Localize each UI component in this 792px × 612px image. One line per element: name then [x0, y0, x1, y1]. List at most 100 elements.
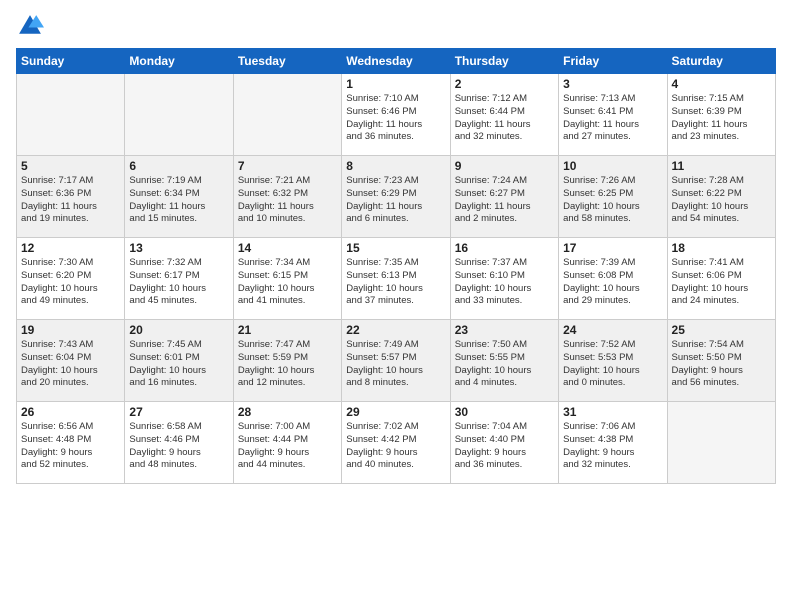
day-info: Sunrise: 7:54 AM Sunset: 5:50 PM Dayligh…: [672, 339, 771, 390]
calendar-cell: 31Sunrise: 7:06 AM Sunset: 4:38 PM Dayli…: [559, 402, 667, 484]
calendar-cell: 1 Sunrise: 7:10 AM Sunset: 6:46 PM Daylig…: [342, 74, 450, 156]
logo: [16, 12, 48, 40]
day-info: Sunrise: 7:41 AM Sunset: 6:06 PM Dayligh…: [672, 257, 771, 308]
calendar-cell: 10 Sunrise: 7:26 AM Sunset: 6:25 PM Dayli…: [559, 156, 667, 238]
calendar-week-row: 12 Sunrise: 7:30 AM Sunset: 6:20 PM Dayli…: [17, 238, 776, 320]
weekday-header-sunday: Sunday: [17, 49, 125, 74]
day-info: Sunrise: 7:00 AM Sunset: 4:44 PM Dayligh…: [238, 421, 337, 472]
day-info: Sunrise: 7:45 AM Sunset: 6:01 PM Dayligh…: [129, 339, 228, 390]
calendar-cell: 30 Sunrise: 7:04 AM Sunset: 4:40 PM Dayli…: [450, 402, 558, 484]
day-number: 12: [21, 241, 120, 255]
calendar-week-row: 26Sunrise: 6:56 AM Sunset: 4:48 PM Dayli…: [17, 402, 776, 484]
day-info: Sunrise: 7:12 AM Sunset: 6:44 PM Dayligh…: [455, 93, 554, 144]
calendar-cell: 16 Sunrise: 7:37 AM Sunset: 6:10 PM Dayli…: [450, 238, 558, 320]
day-info: Sunrise: 7:34 AM Sunset: 6:15 PM Dayligh…: [238, 257, 337, 308]
calendar-cell: 23 Sunrise: 7:50 AM Sunset: 5:55 PM Dayli…: [450, 320, 558, 402]
logo-icon: [16, 12, 44, 40]
day-number: 18: [672, 241, 771, 255]
day-number: 6: [129, 159, 228, 173]
calendar-cell: 24 Sunrise: 7:52 AM Sunset: 5:53 PM Dayli…: [559, 320, 667, 402]
day-info: Sunrise: 7:30 AM Sunset: 6:20 PM Dayligh…: [21, 257, 120, 308]
weekday-header-wednesday: Wednesday: [342, 49, 450, 74]
weekday-header-monday: Monday: [125, 49, 233, 74]
day-info: Sunrise: 7:23 AM Sunset: 6:29 PM Dayligh…: [346, 175, 445, 226]
calendar-cell: 14 Sunrise: 7:34 AM Sunset: 6:15 PM Dayli…: [233, 238, 341, 320]
day-info: Sunrise: 7:24 AM Sunset: 6:27 PM Dayligh…: [455, 175, 554, 226]
day-info: Sunrise: 7:37 AM Sunset: 6:10 PM Dayligh…: [455, 257, 554, 308]
day-info: Sunrise: 7:43 AM Sunset: 6:04 PM Dayligh…: [21, 339, 120, 390]
calendar-cell: 29 Sunrise: 7:02 AM Sunset: 4:42 PM Dayli…: [342, 402, 450, 484]
calendar-cell: 17 Sunrise: 7:39 AM Sunset: 6:08 PM Dayli…: [559, 238, 667, 320]
calendar-week-row: 1 Sunrise: 7:10 AM Sunset: 6:46 PM Daylig…: [17, 74, 776, 156]
day-number: 24: [563, 323, 662, 337]
weekday-header-friday: Friday: [559, 49, 667, 74]
day-number: 22: [346, 323, 445, 337]
day-number: 21: [238, 323, 337, 337]
day-number: 27: [129, 405, 228, 419]
day-number: 1: [346, 77, 445, 91]
calendar-cell: 22Sunrise: 7:49 AM Sunset: 5:57 PM Dayli…: [342, 320, 450, 402]
calendar-cell: 4 Sunrise: 7:15 AM Sunset: 6:39 PM Daylig…: [667, 74, 775, 156]
day-number: 8: [346, 159, 445, 173]
day-info: Sunrise: 7:52 AM Sunset: 5:53 PM Dayligh…: [563, 339, 662, 390]
header: [16, 12, 776, 40]
day-number: 28: [238, 405, 337, 419]
calendar-cell: 28 Sunrise: 7:00 AM Sunset: 4:44 PM Dayli…: [233, 402, 341, 484]
calendar-cell: 5Sunrise: 7:17 AM Sunset: 6:36 PM Daylig…: [17, 156, 125, 238]
calendar-cell: 9 Sunrise: 7:24 AM Sunset: 6:27 PM Daylig…: [450, 156, 558, 238]
calendar-cell: [667, 402, 775, 484]
day-number: 4: [672, 77, 771, 91]
day-info: Sunrise: 7:50 AM Sunset: 5:55 PM Dayligh…: [455, 339, 554, 390]
day-number: 29: [346, 405, 445, 419]
weekday-header-tuesday: Tuesday: [233, 49, 341, 74]
day-info: Sunrise: 7:26 AM Sunset: 6:25 PM Dayligh…: [563, 175, 662, 226]
page: SundayMondayTuesdayWednesdayThursdayFrid…: [0, 0, 792, 612]
weekday-header-saturday: Saturday: [667, 49, 775, 74]
day-info: Sunrise: 6:58 AM Sunset: 4:46 PM Dayligh…: [129, 421, 228, 472]
day-info: Sunrise: 7:02 AM Sunset: 4:42 PM Dayligh…: [346, 421, 445, 472]
day-info: Sunrise: 6:56 AM Sunset: 4:48 PM Dayligh…: [21, 421, 120, 472]
calendar-cell: 11Sunrise: 7:28 AM Sunset: 6:22 PM Dayli…: [667, 156, 775, 238]
day-number: 14: [238, 241, 337, 255]
day-number: 11: [672, 159, 771, 173]
day-info: Sunrise: 7:35 AM Sunset: 6:13 PM Dayligh…: [346, 257, 445, 308]
day-info: Sunrise: 7:39 AM Sunset: 6:08 PM Dayligh…: [563, 257, 662, 308]
calendar-cell: 25 Sunrise: 7:54 AM Sunset: 5:50 PM Dayli…: [667, 320, 775, 402]
day-number: 23: [455, 323, 554, 337]
day-info: Sunrise: 7:47 AM Sunset: 5:59 PM Dayligh…: [238, 339, 337, 390]
calendar-cell: 8 Sunrise: 7:23 AM Sunset: 6:29 PM Daylig…: [342, 156, 450, 238]
day-number: 17: [563, 241, 662, 255]
day-info: Sunrise: 7:04 AM Sunset: 4:40 PM Dayligh…: [455, 421, 554, 472]
day-info: Sunrise: 7:21 AM Sunset: 6:32 PM Dayligh…: [238, 175, 337, 226]
day-number: 9: [455, 159, 554, 173]
weekday-header-row: SundayMondayTuesdayWednesdayThursdayFrid…: [17, 49, 776, 74]
calendar-cell: 19 Sunrise: 7:43 AM Sunset: 6:04 PM Dayli…: [17, 320, 125, 402]
day-info: Sunrise: 7:10 AM Sunset: 6:46 PM Dayligh…: [346, 93, 445, 144]
day-info: Sunrise: 7:19 AM Sunset: 6:34 PM Dayligh…: [129, 175, 228, 226]
day-number: 20: [129, 323, 228, 337]
day-number: 16: [455, 241, 554, 255]
calendar-table: SundayMondayTuesdayWednesdayThursdayFrid…: [16, 48, 776, 484]
day-number: 31: [563, 405, 662, 419]
calendar-cell: 27 Sunrise: 6:58 AM Sunset: 4:46 PM Dayli…: [125, 402, 233, 484]
day-number: 25: [672, 323, 771, 337]
day-number: 30: [455, 405, 554, 419]
day-info: Sunrise: 7:15 AM Sunset: 6:39 PM Dayligh…: [672, 93, 771, 144]
day-number: 2: [455, 77, 554, 91]
day-number: 10: [563, 159, 662, 173]
calendar-cell: 18 Sunrise: 7:41 AM Sunset: 6:06 PM Dayli…: [667, 238, 775, 320]
calendar-cell: [233, 74, 341, 156]
calendar-cell: 21 Sunrise: 7:47 AM Sunset: 5:59 PM Dayli…: [233, 320, 341, 402]
day-number: 3: [563, 77, 662, 91]
calendar-cell: 7 Sunrise: 7:21 AM Sunset: 6:32 PM Daylig…: [233, 156, 341, 238]
weekday-header-thursday: Thursday: [450, 49, 558, 74]
day-number: 7: [238, 159, 337, 173]
calendar-cell: 20 Sunrise: 7:45 AM Sunset: 6:01 PM Dayli…: [125, 320, 233, 402]
day-info: Sunrise: 7:32 AM Sunset: 6:17 PM Dayligh…: [129, 257, 228, 308]
day-number: 5: [21, 159, 120, 173]
calendar-cell: 6 Sunrise: 7:19 AM Sunset: 6:34 PM Daylig…: [125, 156, 233, 238]
day-number: 19: [21, 323, 120, 337]
day-number: 13: [129, 241, 228, 255]
day-info: Sunrise: 7:13 AM Sunset: 6:41 PM Dayligh…: [563, 93, 662, 144]
calendar-week-row: 5Sunrise: 7:17 AM Sunset: 6:36 PM Daylig…: [17, 156, 776, 238]
